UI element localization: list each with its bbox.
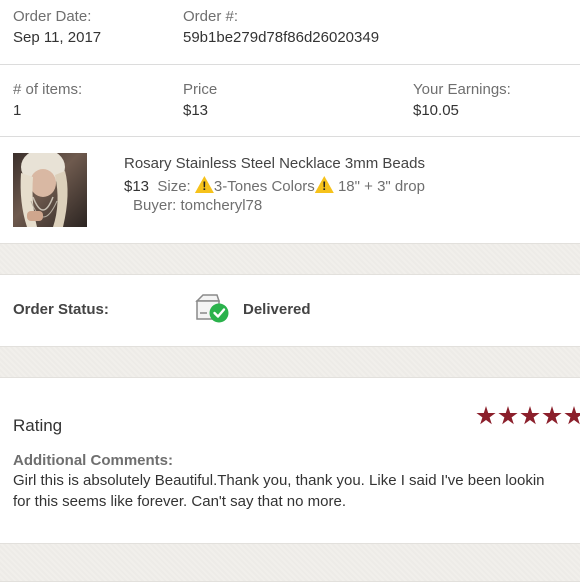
warning-triangle-icon <box>194 176 214 193</box>
order-number-label: Order #: <box>183 8 239 25</box>
order-status-value: Delivered <box>243 301 311 318</box>
order-status-label: Order Status: <box>13 301 109 318</box>
price-label: Price <box>183 81 218 98</box>
section-separator <box>0 543 580 582</box>
star-icon <box>520 406 540 425</box>
items-count-label: # of items: <box>13 81 83 98</box>
order-number-value: 59b1be279d78f86d26020349 <box>183 29 380 46</box>
earnings-label: Your Earnings: <box>413 81 511 98</box>
divider <box>0 64 580 65</box>
star-icon <box>476 406 496 425</box>
buyer-info[interactable]: Buyer: tomcheryl78 <box>133 197 262 214</box>
order-date-label: Order Date: <box>13 8 92 25</box>
size-text-1: 3-Tones Colors <box>213 178 315 195</box>
divider <box>0 136 580 137</box>
comment-line-2: for this seems like forever. Can't say t… <box>13 493 347 510</box>
product-details: $13 Size: 3-Tones Colors 18" + 3" drop <box>124 176 425 195</box>
order-date-value: Sep 11, 2017 <box>13 29 102 46</box>
star-icon <box>542 406 562 425</box>
package-delivered-icon <box>195 293 231 323</box>
size-text-2: 18" + 3" drop <box>337 178 425 195</box>
warning-triangle-icon <box>314 176 334 193</box>
items-count-value: 1 <box>13 102 22 119</box>
size-label: Size: <box>157 178 191 195</box>
section-separator <box>0 346 580 378</box>
product-thumbnail[interactable] <box>13 153 87 227</box>
section-separator <box>0 243 580 275</box>
comment-line-1: Girl this is absolutely Beautiful.Thank … <box>13 472 545 489</box>
star-icon <box>564 406 580 425</box>
comments-label: Additional Comments: <box>13 452 173 469</box>
product-title[interactable]: Rosary Stainless Steel Necklace 3mm Bead… <box>124 155 425 172</box>
product-price: $13 <box>124 178 150 195</box>
earnings-value: $10.05 <box>413 102 459 119</box>
rating-label: Rating <box>13 416 63 435</box>
star-icon <box>498 406 518 425</box>
price-value: $13 <box>183 102 209 119</box>
